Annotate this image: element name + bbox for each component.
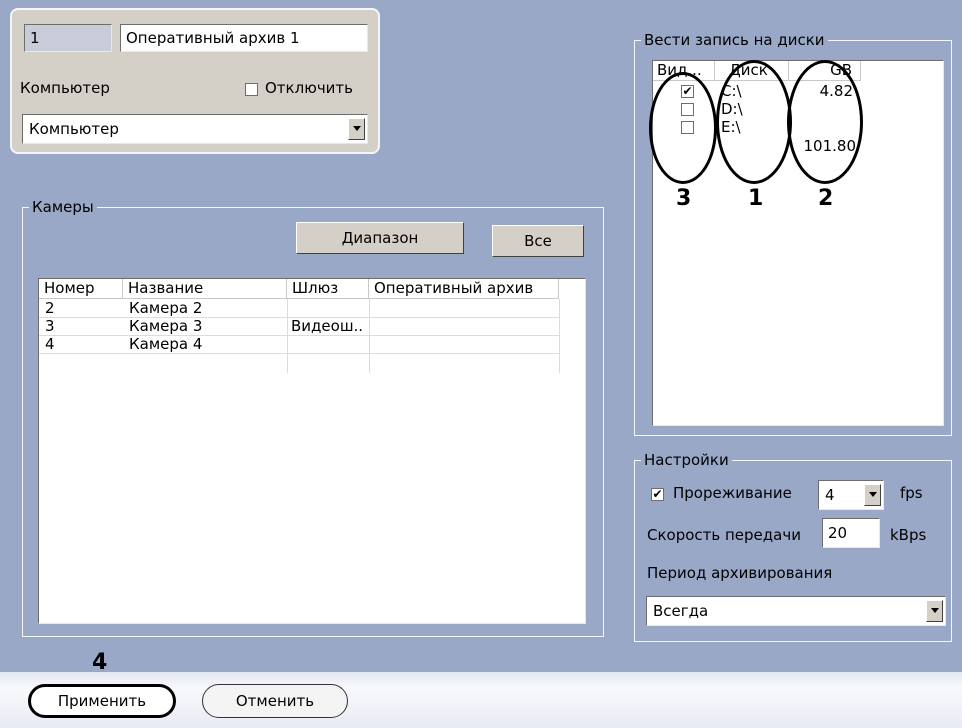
apply-button-label: Применить bbox=[57, 692, 147, 710]
column-header-archive-label: Оперативный архив bbox=[374, 279, 534, 297]
thinning-label: Прореживание bbox=[673, 484, 792, 502]
range-button-label: Диапазон bbox=[341, 229, 419, 247]
callout-number-3: 3 bbox=[676, 186, 692, 211]
callout-number-1: 1 bbox=[748, 186, 764, 211]
cell-number: 4 bbox=[45, 336, 55, 352]
period-select[interactable]: Всегда bbox=[646, 596, 946, 626]
rate-input-value: 20 bbox=[828, 524, 848, 542]
column-divider bbox=[287, 299, 288, 373]
row-divider bbox=[39, 353, 559, 354]
column-header-number[interactable]: Номер bbox=[39, 279, 123, 299]
all-button-label: Все bbox=[524, 232, 552, 250]
rate-unit: kBps bbox=[890, 526, 927, 544]
cell-gateway: Видеош.. bbox=[291, 318, 364, 334]
thinning-select[interactable]: 4 bbox=[818, 480, 884, 510]
cell-name: Камера 3 bbox=[129, 318, 203, 334]
thinning-select-value: 4 bbox=[825, 486, 835, 504]
archive-panel: 1 Оперативный архив 1 Компьютер Отключит… bbox=[10, 8, 380, 154]
archive-number-field[interactable]: 1 bbox=[24, 24, 112, 52]
column-header-gateway[interactable]: Шлюз bbox=[287, 279, 369, 299]
column-header-archive[interactable]: Оперативный архив bbox=[369, 279, 559, 299]
row-divider bbox=[39, 335, 559, 336]
callout-number-2: 2 bbox=[818, 186, 834, 211]
column-header-number-label: Номер bbox=[44, 279, 95, 297]
disable-checkbox[interactable] bbox=[245, 83, 258, 96]
disks-legend: Вести запись на диски bbox=[641, 31, 828, 49]
chevron-down-icon[interactable] bbox=[348, 118, 365, 140]
cell-number: 2 bbox=[45, 300, 55, 316]
disable-label: Отключить bbox=[265, 79, 354, 97]
callout-number-4: 4 bbox=[92, 650, 108, 675]
archive-number-value: 1 bbox=[30, 29, 40, 47]
all-button[interactable]: Все bbox=[492, 225, 584, 257]
column-header-name[interactable]: Название bbox=[123, 279, 287, 299]
cameras-table[interactable]: Номер Название Шлюз Оперативный архив 2 … bbox=[38, 278, 586, 624]
period-label: Период архивирования bbox=[647, 564, 833, 582]
callout-ellipse-disk bbox=[716, 60, 792, 184]
cell-name: Камера 2 bbox=[129, 300, 203, 316]
chevron-down-icon[interactable] bbox=[864, 484, 881, 506]
cell-number: 3 bbox=[45, 318, 55, 334]
archive-name-field[interactable]: Оперативный архив 1 bbox=[120, 24, 368, 52]
chevron-down-icon[interactable] bbox=[926, 600, 943, 622]
period-select-value: Всегда bbox=[653, 602, 709, 620]
fps-unit: fps bbox=[900, 484, 923, 502]
cancel-button[interactable]: Отменить bbox=[202, 684, 348, 718]
thinning-checkbox[interactable]: ✔ bbox=[651, 488, 664, 501]
cell-name: Камера 4 bbox=[129, 336, 203, 352]
callout-ellipse-gb bbox=[787, 60, 863, 184]
column-divider bbox=[559, 299, 560, 373]
archive-name-value: Оперативный архив 1 bbox=[126, 29, 300, 47]
column-header-gateway-label: Шлюз bbox=[292, 279, 339, 297]
computer-label: Компьютер bbox=[20, 79, 110, 97]
computer-select[interactable]: Компьютер bbox=[22, 114, 368, 144]
cancel-button-label: Отменить bbox=[235, 692, 315, 710]
column-divider bbox=[369, 299, 370, 373]
settings-legend: Настройки bbox=[641, 451, 732, 469]
column-header-name-label: Название bbox=[128, 279, 204, 297]
rate-input[interactable]: 20 bbox=[822, 518, 880, 548]
rate-label: Скорость передачи bbox=[647, 526, 801, 544]
cameras-legend: Камеры bbox=[29, 198, 97, 216]
range-button[interactable]: Диапазон bbox=[296, 222, 464, 254]
computer-select-value: Компьютер bbox=[29, 120, 119, 138]
callout-ellipse-view bbox=[649, 72, 717, 184]
apply-button[interactable]: Применить bbox=[28, 684, 176, 718]
